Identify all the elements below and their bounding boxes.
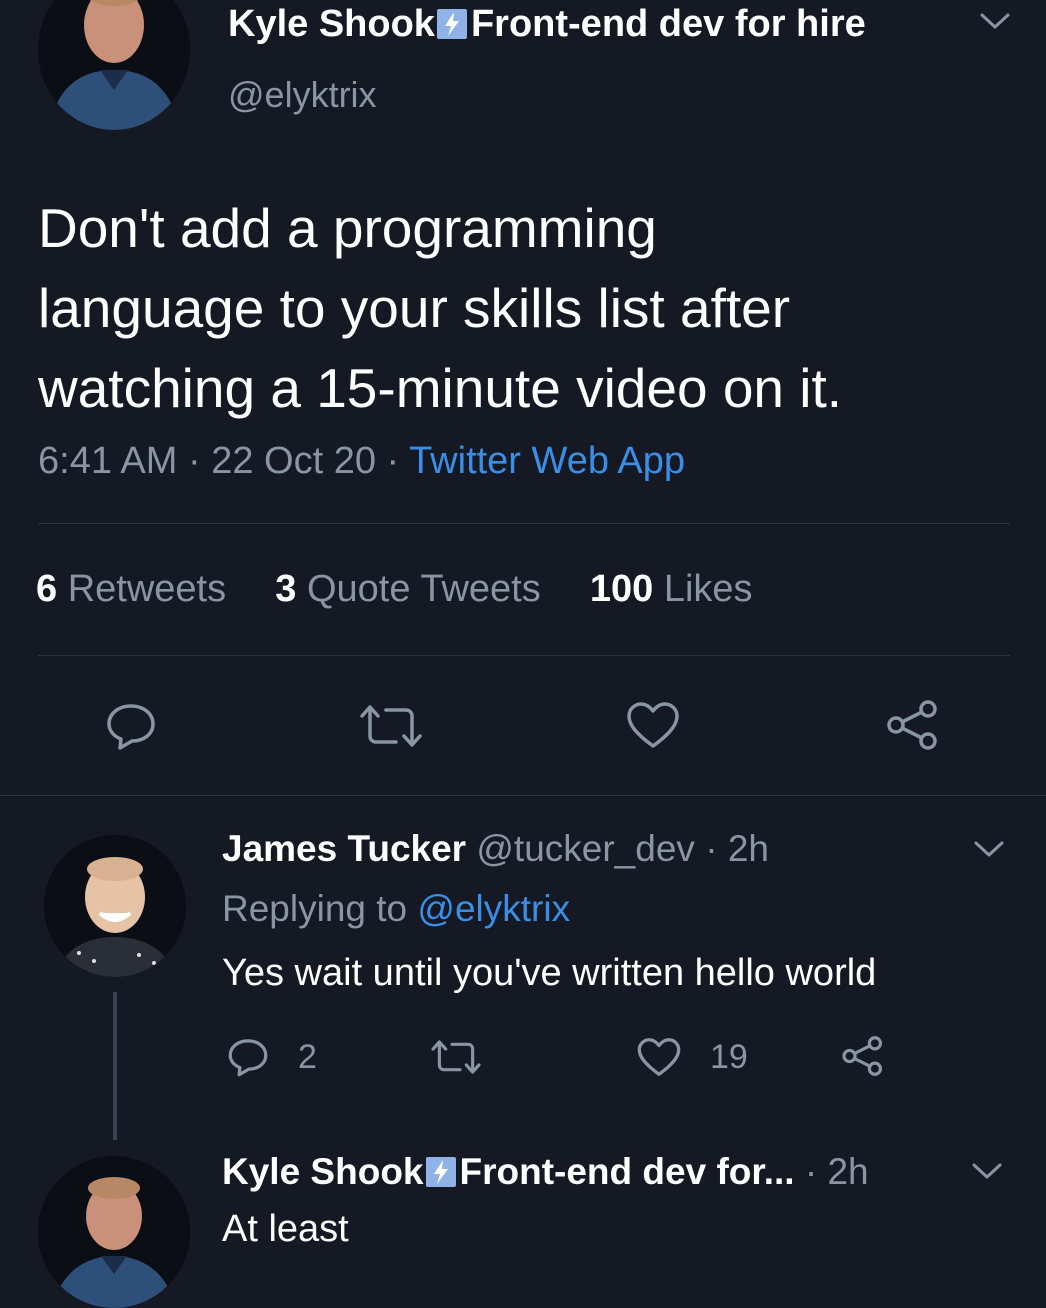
replying-to: Replying to @elyktrix	[222, 888, 570, 930]
tweet-text: Don't add a programming language to your…	[38, 188, 842, 428]
author-handle[interactable]: @elyktrix	[228, 74, 377, 116]
reply-header: Kyle Shook Front-end dev for... · 2h	[222, 1150, 869, 1194]
divider	[38, 655, 1010, 656]
retweet-icon[interactable]	[356, 702, 426, 755]
lightning-icon	[425, 1157, 456, 1187]
author-name[interactable]: Kyle Shook	[222, 1151, 424, 1192]
meta-separator: ·	[386, 440, 400, 482]
avatar[interactable]	[38, 1156, 190, 1308]
tweet-date[interactable]: 22 Oct 20	[211, 440, 376, 482]
tweet-time[interactable]: 6:41 AM	[38, 440, 177, 482]
tweet-stats: 6 Retweets 3 Quote Tweets 100 Likes	[36, 568, 753, 611]
chevron-down-icon[interactable]	[978, 10, 1012, 37]
retweets-stat[interactable]: 6 Retweets	[36, 568, 226, 610]
divider	[38, 523, 1010, 524]
chevron-down-icon[interactable]	[970, 1160, 1004, 1187]
like-icon[interactable]	[625, 700, 681, 755]
divider	[0, 795, 1046, 796]
retweet-icon[interactable]	[428, 1038, 484, 1081]
meta-separator: ·	[705, 828, 718, 869]
reply-header: James Tucker @tucker_dev · 2h	[222, 828, 769, 870]
tweet-text-line: Don't add a programming	[38, 197, 657, 259]
chevron-down-icon[interactable]	[972, 838, 1006, 865]
meta-separator: ·	[187, 440, 201, 482]
reply-count: 2	[298, 1038, 317, 1076]
tweet-source[interactable]: Twitter Web App	[409, 440, 685, 482]
tweet-text-line: language to your skills list after	[38, 277, 791, 339]
quote-tweets-stat[interactable]: 3 Quote Tweets	[275, 568, 540, 610]
reply-icon[interactable]	[104, 700, 158, 757]
reply-time[interactable]: 2h	[827, 1151, 868, 1192]
tweet-meta: 6:41 AM · 22 Oct 20 · Twitter Web App	[38, 440, 685, 483]
author-line: Kyle Shook Front-end dev for hire	[228, 2, 866, 46]
thread-line	[113, 992, 117, 1140]
author-name[interactable]: James Tucker	[222, 828, 466, 869]
reply-time[interactable]: 2h	[728, 828, 769, 869]
replying-prefix: Replying to	[222, 888, 408, 929]
avatar[interactable]	[44, 835, 186, 977]
likes-stat[interactable]: 100 Likes	[590, 568, 753, 610]
like-count: 19	[710, 1038, 748, 1076]
avatar[interactable]	[38, 0, 190, 130]
author-handle[interactable]: @tucker_dev	[476, 828, 695, 869]
reply-text: At least	[222, 1208, 349, 1250]
author-bio-tag: Front-end dev for hire	[470, 3, 866, 45]
meta-separator: ·	[804, 1151, 818, 1192]
author-name[interactable]: Kyle Shook	[228, 3, 435, 45]
share-icon[interactable]	[840, 1034, 886, 1083]
tweet-text-line: watching a 15-minute video on it.	[38, 357, 843, 419]
like-icon[interactable]	[636, 1036, 682, 1083]
reply-text: Yes wait until you've written hello worl…	[222, 952, 877, 994]
lightning-icon	[436, 9, 467, 39]
author-bio-tag: Front-end dev for...	[459, 1151, 795, 1192]
share-icon[interactable]	[884, 698, 942, 757]
replying-handle[interactable]: @elyktrix	[417, 888, 570, 929]
reply-icon[interactable]	[226, 1036, 270, 1083]
